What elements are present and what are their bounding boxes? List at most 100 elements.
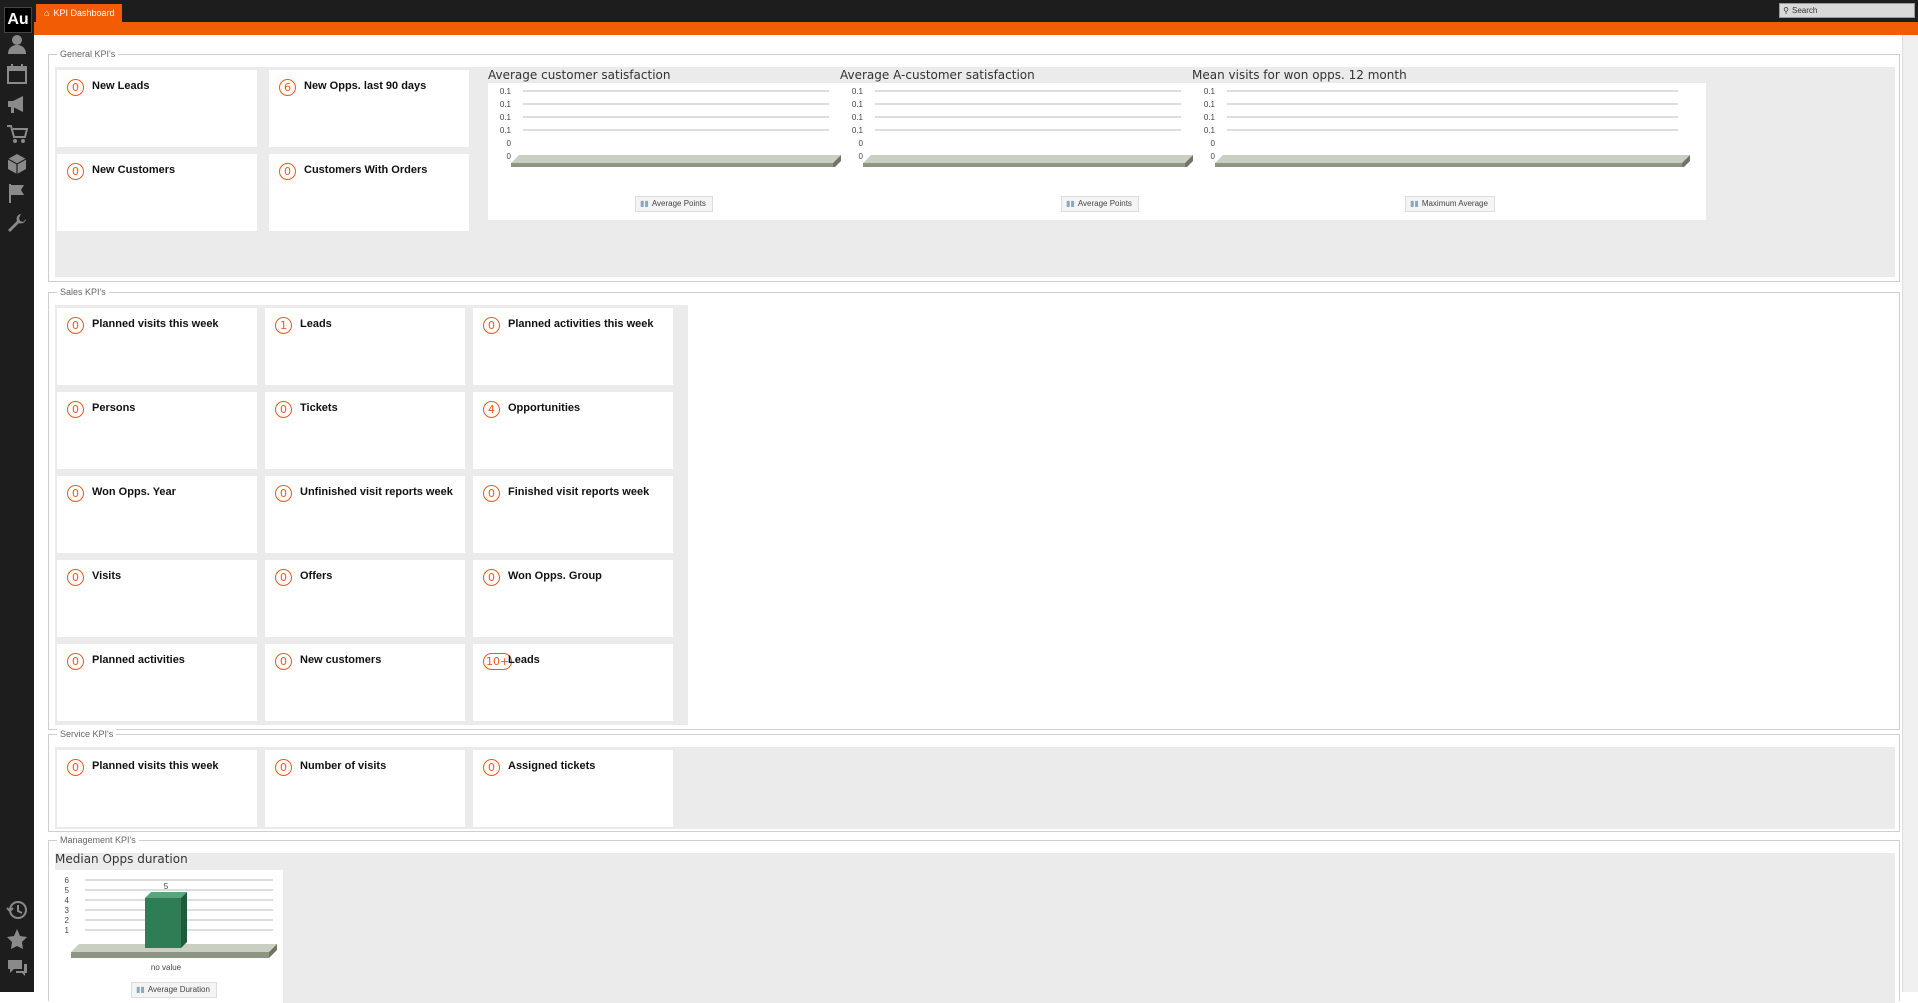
- y-tick-label: 1: [65, 926, 70, 935]
- kpi-card[interactable]: 6 New Opps. last 90 days: [269, 70, 469, 147]
- kpi-value: 0: [275, 485, 292, 502]
- y-tick-label: 0.1: [500, 113, 512, 122]
- history-icon[interactable]: [6, 899, 28, 921]
- kpi-card[interactable]: 0 Persons: [57, 392, 257, 469]
- kpi-label: New Customers: [92, 164, 176, 176]
- kpi-card[interactable]: 4 Opportunities: [473, 392, 673, 469]
- star-icon[interactable]: [6, 928, 28, 950]
- chart-floor-top: [1215, 155, 1690, 163]
- y-tick-label: 0.1: [500, 100, 512, 109]
- y-tick-label: 0.1: [500, 126, 512, 135]
- top-bar: ⌂ KPI Dashboard ⚲ Search: [34, 0, 1918, 22]
- chart-legend[interactable]: ▮▮ Average Points: [635, 196, 713, 212]
- legend-label: Maximum Average: [1421, 199, 1488, 208]
- bar: [145, 898, 181, 948]
- section-management-kpis: Management KPI's Median Opps duration 65…: [48, 835, 1900, 1003]
- kpi-value: 0: [67, 79, 84, 96]
- y-tick-label: 0.1: [1204, 87, 1216, 96]
- bar-side: [181, 892, 187, 948]
- bar-chart-icon: ▮▮: [1066, 199, 1075, 208]
- wrench-icon[interactable]: [6, 212, 28, 234]
- kpi-label: Number of visits: [300, 760, 387, 772]
- x-tick-label: no value: [151, 963, 182, 972]
- kpi-card[interactable]: 1 Leads: [265, 308, 465, 385]
- person-icon[interactable]: [6, 33, 28, 55]
- vertical-scrollbar[interactable]: [1902, 35, 1918, 992]
- kpi-card[interactable]: 0 Planned visits this week: [57, 750, 257, 827]
- chart-title: Mean visits for won opps. 12 month: [1192, 68, 1407, 82]
- kpi-label: Opportunities: [508, 402, 581, 414]
- kpi-card[interactable]: 0 Visits: [57, 560, 257, 637]
- chart-floor-top: [863, 155, 1193, 163]
- cart-icon[interactable]: [6, 123, 28, 145]
- chart-legend[interactable]: ▮▮ Average Points: [1061, 196, 1139, 212]
- kpi-value: 0: [67, 485, 84, 502]
- section-body: 0 New Leads 6 New Opps. last 90 days 0 N…: [55, 67, 1895, 277]
- kpi-value: 0: [483, 569, 500, 586]
- kpi-label: Won Opps. Group: [508, 570, 602, 582]
- kpi-value: 0: [483, 759, 500, 776]
- chart-legend[interactable]: ▮▮ Average Duration: [131, 982, 217, 998]
- kpi-label: Persons: [92, 402, 136, 414]
- kpi-value: 4: [483, 401, 500, 418]
- kpi-card[interactable]: 0 Unfinished visit reports week: [265, 476, 465, 553]
- search-input[interactable]: ⚲ Search: [1779, 3, 1915, 18]
- kpi-card[interactable]: 0 Won Opps. Group: [473, 560, 673, 637]
- bar-chart-icon: ▮▮: [1410, 199, 1419, 208]
- chart-legend[interactable]: ▮▮ Maximum Average: [1405, 196, 1495, 212]
- kpi-value: 0: [67, 569, 84, 586]
- kpi-value: 0: [279, 163, 296, 180]
- y-tick-label: 0.1: [500, 87, 512, 96]
- kpi-card[interactable]: 0 New Leads: [57, 70, 257, 147]
- home-icon: ⌂: [44, 8, 50, 18]
- accent-strip: [34, 22, 1918, 35]
- kpi-label: Customers With Orders: [304, 164, 428, 176]
- chat-icon[interactable]: [6, 957, 28, 979]
- section-title: Management KPI's: [57, 835, 139, 845]
- app-logo[interactable]: Au: [4, 7, 32, 33]
- kpi-label: Planned activities this week: [508, 318, 654, 330]
- kpi-card[interactable]: 0 Finished visit reports week: [473, 476, 673, 553]
- chart-floor-front: [1215, 163, 1682, 167]
- kpi-card[interactable]: 0 Planned visits this week: [57, 308, 257, 385]
- y-tick-label: 0.1: [1204, 126, 1216, 135]
- kpi-card[interactable]: 0 Customers With Orders: [269, 154, 469, 231]
- y-tick-label: 0: [1211, 152, 1216, 161]
- kpi-value: 0: [67, 759, 84, 776]
- y-tick-label: 3: [65, 906, 70, 915]
- kpi-label: Visits: [92, 570, 122, 582]
- kpi-card[interactable]: 0 Tickets: [265, 392, 465, 469]
- chart-floor-front: [863, 163, 1185, 167]
- kpi-label: Planned activities: [92, 654, 185, 666]
- y-tick-label: 5: [65, 886, 70, 895]
- kpi-card[interactable]: 0 New customers: [265, 644, 465, 721]
- kpi-card[interactable]: 0 Number of visits: [265, 750, 465, 827]
- section-title: General KPI's: [57, 49, 119, 59]
- megaphone-icon[interactable]: [6, 93, 28, 115]
- section-body: Median Opps duration 6 5 4 3 2 1 5 no value ▮▮ A…: [55, 852, 1895, 1003]
- y-tick-label: 0: [1211, 139, 1216, 148]
- box-icon[interactable]: [6, 153, 28, 175]
- kpi-card[interactable]: 0 Planned activities: [57, 644, 257, 721]
- chart-floor-top: [511, 155, 841, 163]
- kpi-card[interactable]: 0 Offers: [265, 560, 465, 637]
- legend-label: Average Points: [651, 199, 706, 208]
- kpi-label: New Opps. last 90 days: [304, 80, 427, 92]
- kpi-card[interactable]: 0 New Customers: [57, 154, 257, 231]
- flag-icon[interactable]: [6, 182, 28, 204]
- y-tick-label: 2: [65, 916, 70, 925]
- kpi-value: 0: [275, 759, 292, 776]
- kpi-card[interactable]: 0 Planned activities this week: [473, 308, 673, 385]
- section-body: 0 Planned visits this week 1 Leads 0 Planned …: [55, 305, 688, 725]
- kpi-value: 0: [67, 163, 84, 180]
- chart-floor-front: [71, 952, 269, 958]
- y-tick-label: 0.1: [852, 113, 864, 122]
- kpi-card[interactable]: 0 Assigned tickets: [473, 750, 673, 827]
- tab-kpi-dashboard[interactable]: ⌂ KPI Dashboard: [36, 4, 123, 22]
- kpi-card[interactable]: 10+ Leads: [473, 644, 673, 721]
- kpi-label: Won Opps. Year: [92, 486, 176, 498]
- kpi-card[interactable]: 0 Won Opps. Year: [57, 476, 257, 553]
- kpi-label: New customers: [300, 654, 382, 666]
- kpi-value: 0: [67, 653, 84, 670]
- calendar-icon[interactable]: [6, 63, 28, 85]
